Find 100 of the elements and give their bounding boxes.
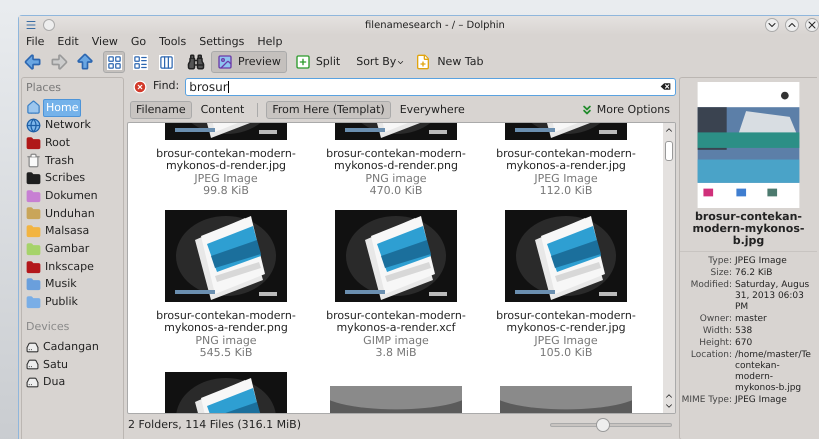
device-item[interactable]: Cadangan <box>26 338 119 356</box>
place-item[interactable]: Trash <box>26 152 119 170</box>
property-label: Size: <box>709 268 732 279</box>
file-type: JPEG Image <box>194 173 258 185</box>
slider-thumb[interactable] <box>596 418 610 432</box>
place-item[interactable]: Network <box>26 116 119 134</box>
new-file-icon <box>415 54 432 70</box>
property-value: Saturday, Augus <box>735 280 810 291</box>
close-button[interactable] <box>805 18 819 32</box>
property-value: 538 <box>735 326 752 337</box>
place-item[interactable]: Inkscape <box>26 258 119 276</box>
property-label: MIME Type: <box>680 395 732 406</box>
scope-button[interactable]: Everywhere <box>394 101 470 119</box>
place-item[interactable]: Root <box>26 134 119 152</box>
home-icon <box>26 100 41 116</box>
scope-button[interactable]: From Here (Templat) <box>266 101 391 119</box>
new-tab-button[interactable]: New Tab <box>415 51 484 73</box>
place-item[interactable]: Publik <box>26 294 119 312</box>
file-name[interactable]: brosur-contekan-modern-mykonos-d-render.jpg <box>151 148 301 172</box>
property-label: Type: <box>707 256 732 267</box>
place-label[interactable]: Unduhan <box>43 206 97 222</box>
binoculars-icon[interactable] <box>187 53 205 71</box>
menu-item[interactable]: Edit <box>57 34 79 50</box>
property-value: master <box>735 314 767 325</box>
place-label[interactable]: Malsasa <box>43 223 92 240</box>
file-type: PNG image <box>195 335 257 347</box>
scrollbar[interactable] <box>663 123 675 413</box>
sort-by-button[interactable]: Sort By <box>356 51 406 73</box>
place-label[interactable]: Scribes <box>43 170 88 187</box>
file-size: 112.0 KiB <box>540 185 592 197</box>
file-size: 545.5 KiB <box>200 347 252 359</box>
property-label: Location: <box>690 350 732 362</box>
property-value: PM <box>735 302 750 313</box>
property-label: Modified: <box>690 280 732 292</box>
drive-icon <box>26 358 39 372</box>
file-name[interactable]: brosur-contekan-modern-mykonos-a-render.jpg <box>491 148 641 172</box>
filter-button[interactable]: Filename <box>130 101 192 119</box>
minimize-button[interactable] <box>765 18 779 32</box>
maximize-button[interactable] <box>785 18 799 32</box>
back-icon[interactable] <box>23 52 43 72</box>
window-title: filenamesearch - / – Dolphin <box>365 18 505 32</box>
place-label[interactable]: Root <box>43 134 72 152</box>
place-label[interactable]: Inkscape <box>43 258 96 276</box>
place-item[interactable]: Gambar <box>26 240 119 258</box>
close-search-icon[interactable] <box>133 80 147 94</box>
property-value: 670 <box>735 338 752 349</box>
scrollbar-thumb[interactable] <box>665 141 673 161</box>
menu-item[interactable]: File <box>26 34 44 50</box>
place-label[interactable]: Publik <box>43 294 80 311</box>
menu-item[interactable]: Go <box>130 34 146 50</box>
place-item[interactable]: Malsasa <box>26 222 119 240</box>
view-mode-button[interactable] <box>103 51 125 73</box>
device-item[interactable]: Satu <box>26 356 119 374</box>
image-icon <box>217 54 233 70</box>
property-value: 31, 2013 06:03 <box>735 291 805 302</box>
preview-button[interactable]: Preview <box>211 51 287 73</box>
place-item[interactable]: Unduhan <box>26 205 119 223</box>
place-label[interactable]: Trash <box>43 152 76 170</box>
place-item[interactable]: Scribes <box>26 170 119 188</box>
place-label[interactable]: Gambar <box>43 241 92 258</box>
more-options-button[interactable]: More Options <box>580 102 670 118</box>
split-button[interactable]: Split <box>292 51 342 73</box>
file-type: JPEG Image <box>534 335 598 347</box>
status-text: 2 Folders, 114 Files (316.1 MiB) <box>128 416 302 433</box>
file-size: 105.0 KiB <box>540 347 592 359</box>
find-label: Find: <box>153 78 180 94</box>
place-label[interactable]: Musik <box>43 276 79 293</box>
menu-item[interactable]: Help <box>257 34 282 50</box>
clear-icon[interactable] <box>659 80 672 93</box>
filter-button[interactable]: Content <box>196 101 250 119</box>
place-label[interactable]: Dokumen <box>43 188 100 205</box>
search-field[interactable]: brosur <box>185 78 676 96</box>
file-name[interactable]: brosur-contekan-modern-mykonos-a-render.xcf <box>321 310 471 334</box>
file-size: 3.8 MiB <box>375 347 417 359</box>
place-item[interactable]: Dokumen <box>26 187 119 206</box>
property-value: JPEG Image <box>735 395 787 406</box>
file-type: PNG image <box>365 173 427 185</box>
property-value: modern- <box>735 372 774 383</box>
file-title: brosur-contekan-modern-mykonos-b.jpg <box>692 211 806 247</box>
property-label: Owner: <box>698 314 732 325</box>
property-value: contekan- <box>735 361 781 372</box>
zoom-slider[interactable] <box>550 418 672 432</box>
section-heading: Places <box>26 80 62 96</box>
file-name[interactable]: brosur-contekan-modern-mykonos-c-render.jpg <box>491 310 641 334</box>
drive-icon <box>26 376 39 389</box>
device-item[interactable]: Dua <box>26 374 119 392</box>
file-type: JPEG Image <box>534 173 598 185</box>
window-menu-icon[interactable] <box>25 19 37 31</box>
trash-icon <box>26 153 41 168</box>
up-icon[interactable] <box>75 52 95 72</box>
menu-item[interactable]: View <box>92 34 118 50</box>
section-heading: Devices <box>26 319 70 336</box>
menu-item[interactable]: Tools <box>159 34 186 50</box>
file-name[interactable]: brosur-contekan-modern-mykonos-d-render.png <box>321 148 471 172</box>
place-label[interactable]: Network <box>43 117 93 134</box>
file-size: 470.0 KiB <box>370 185 422 197</box>
file-name[interactable]: brosur-contekan-modern-mykonos-a-render.png <box>151 310 301 334</box>
property-value: mykonos-b.jpg <box>735 383 802 394</box>
place-item[interactable]: Musik <box>26 276 119 294</box>
menu-item[interactable]: Settings <box>199 34 244 50</box>
